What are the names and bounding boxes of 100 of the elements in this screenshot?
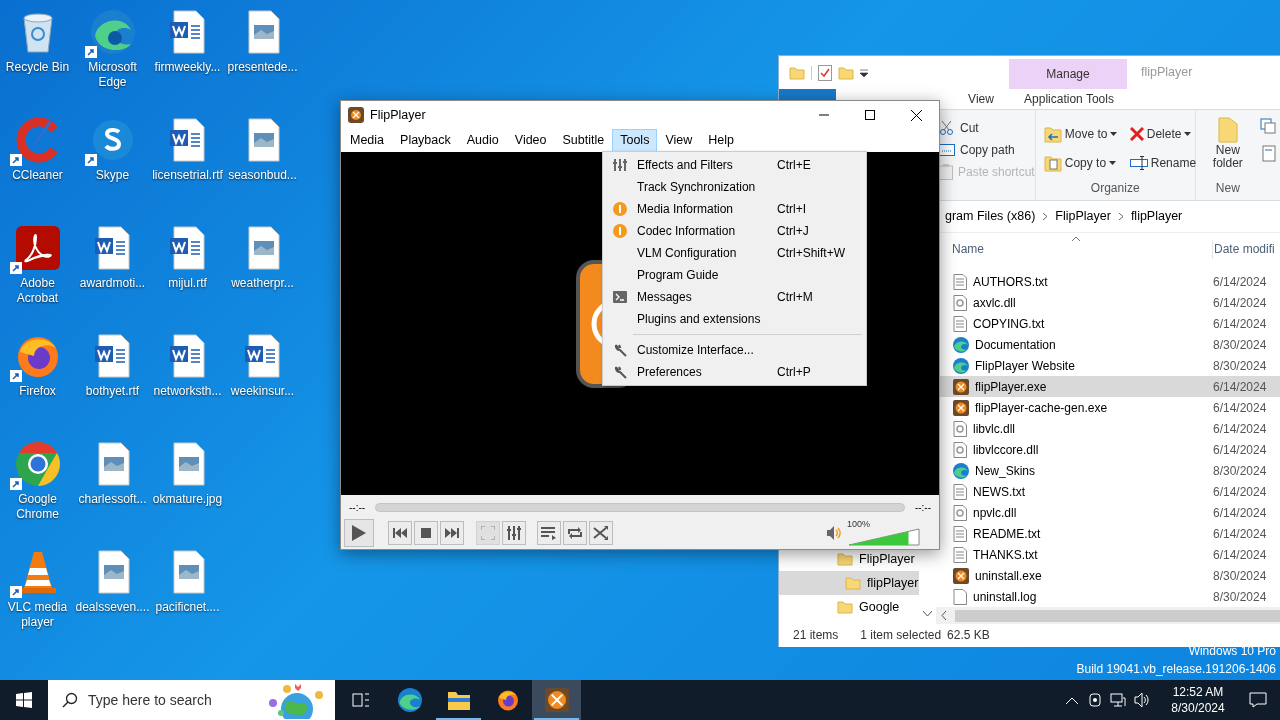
dropdown-menu-item[interactable]: Media Information Ctrl+I [603,198,866,220]
desktop-icon-label[interactable]: VLC media player [0,600,75,630]
scroll-down-icon[interactable] [923,611,932,617]
equalizer-button[interactable] [502,521,526,545]
delete-icon [1129,126,1144,141]
desktop-icon-label[interactable]: Microsoft Edge [75,60,150,90]
menu-item[interactable]: Video [506,129,555,152]
dropdown-menu-item[interactable]: Codec Information Ctrl+J [603,220,866,242]
column-header[interactable]: Date modifi [1212,240,1280,259]
ribbon-button[interactable]: Delete [1129,123,1200,144]
taskbar-app-button[interactable] [532,680,581,720]
desktop-icon-label[interactable]: okmature.jpg [150,492,225,507]
speaker-icon[interactable] [1134,692,1150,708]
desktop-icon-label[interactable]: Recycle Bin [0,60,75,75]
dropdown-menu-item[interactable]: Effects and Filters Ctrl+E [603,154,866,176]
menu-item[interactable]: View [657,129,701,152]
maximize-icon [865,110,875,120]
desktop-icon-label[interactable]: Skype [75,168,150,183]
breadcrumb-item[interactable]: FlipPlayer [1055,207,1111,226]
scroll-left-icon[interactable] [941,611,947,620]
menu-item[interactable]: Playback [392,129,459,152]
properties-icon[interactable] [818,64,832,81]
file-row[interactable]: uninstall.log 8/30/2024 [936,586,1280,607]
search-bar[interactable]: Type here to search [48,680,335,720]
file-row[interactable]: AUTHORS.txt 6/14/2024 [936,271,1280,292]
desktop-icon-label[interactable]: bothyet.rtf [75,384,150,399]
desktop-icon-label[interactable]: seasonbud... [225,168,300,183]
ribbon-button[interactable]: Move to [1043,123,1130,144]
dropdown-menu-item[interactable]: Plugins and extensions [603,308,866,330]
desktop-icon-label[interactable]: charlessoft... [75,492,150,507]
dropdown-menu-item[interactable]: Track Synchronization [603,176,866,198]
playlist-button[interactable] [537,521,561,545]
horizontal-scrollbar-thumb[interactable] [955,609,1280,622]
caret-icon [1110,131,1118,136]
file-row[interactable]: libvlc.dll 6/14/2024 [936,418,1280,439]
breadcrumb-item[interactable]: gram Files (x86) [945,207,1036,226]
stop-button[interactable] [414,521,438,545]
next-button[interactable] [440,521,464,545]
file-row[interactable]: COPYING.txt 6/14/2024 [936,313,1280,334]
desktop-icon-label[interactable]: Firefox [0,384,75,399]
desktop-icon-label[interactable]: licensetrial.rtf [150,168,225,183]
file-row[interactable]: New_Skins 8/30/2024 [936,460,1280,481]
ribbon-tab[interactable]: View [952,89,1010,109]
desktop-icon-label[interactable]: mijul.rtf [150,276,225,291]
dropdown-menu-item[interactable]: Messages Ctrl+M [603,286,866,308]
file-row[interactable]: npvlc.dll 6/14/2024 [936,502,1280,523]
dropdown-menu-item[interactable]: Customize Interface... [603,339,866,361]
file-row[interactable]: README.txt 6/14/2024 [936,523,1280,544]
desktop-icon-label[interactable]: Adobe Acrobat [0,276,75,306]
menu-item[interactable]: Audio [458,129,507,152]
menu-item[interactable]: Help [700,129,742,152]
desktop-icon-label[interactable]: networksth... [150,384,225,399]
device-icon[interactable] [1088,692,1102,708]
ribbon-button[interactable]: Copy path [939,140,1035,159]
desktop-icon-label[interactable]: presentede... [225,60,300,75]
ribbon-button[interactable]: Copy to [1043,152,1130,173]
chevron-up-icon[interactable] [1066,696,1078,704]
file-row[interactable]: libvlccore.dll 6/14/2024 [936,439,1280,460]
desktop-icon-label[interactable]: awardmoti... [75,276,150,291]
file-row[interactable]: THANKS.txt 6/14/2024 [936,544,1280,565]
dropdown-menu-item[interactable]: VLM Configuration Ctrl+Shift+W [603,242,866,264]
ribbon-button[interactable]: Rename [1129,152,1200,173]
nav-tree-item[interactable]: FlipPlayer [779,547,919,571]
file-row[interactable]: axvlc.dll 6/14/2024 [936,292,1280,313]
loop-button[interactable] [563,521,587,545]
notification-icon[interactable] [1249,692,1267,708]
search-field[interactable]: Type here to search [88,689,248,711]
loop-icon [567,526,583,540]
column-header[interactable]: Name [952,240,984,258]
network-icon[interactable] [1110,692,1126,708]
nav-tree-item[interactable]: flipPlayer [779,571,919,595]
breadcrumb-item[interactable]: flipPlayer [1130,207,1183,226]
play-button[interactable] [344,519,374,547]
desktop-icon-label[interactable]: firmweekly... [150,60,225,75]
dropdown-menu-item[interactable]: Program Guide [603,264,866,286]
dropdown-menu-item[interactable]: Preferences Ctrl+P [603,361,866,383]
elapsed-time: --:-- [349,500,366,515]
volume-slider[interactable] [848,528,920,546]
clock[interactable]: 12:52 AM 8/30/2024 [1160,684,1236,716]
desktop-icon-label[interactable]: weekinsur... [225,384,300,399]
app-logo-icon [544,688,569,712]
shuffle-button[interactable] [589,521,613,545]
dropdown-icon[interactable] [860,68,868,77]
file-row[interactable]: NEWS.txt 6/14/2024 [936,481,1280,502]
file-row[interactable]: FlipPlayer Website 8/30/2024 [936,355,1280,376]
previous-button[interactable] [388,521,412,545]
new-folder-button[interactable]: New folder [1205,110,1250,170]
menu-item[interactable]: Media [342,129,393,152]
desktop-icon-label[interactable]: Google Chrome [0,492,75,522]
menu-item[interactable]: Tools [612,129,658,152]
file-row[interactable]: flipPlayer-cache-gen.exe 6/14/2024 [936,397,1280,418]
desktop-icon-label[interactable]: weatherpr... [225,276,300,291]
ribbon-button[interactable]: Cut [939,118,1035,137]
desktop-icon-label[interactable]: CCleaner [0,168,75,183]
nav-tree-item[interactable]: Google [779,595,919,619]
file-row[interactable]: Documentation 8/30/2024 [936,334,1280,355]
ribbon-tab[interactable]: Application Tools [1010,89,1128,109]
file-row[interactable]: uninstall.exe 8/30/2024 [936,565,1280,586]
menu-item[interactable]: Subtitle [554,129,613,152]
folder-icon [838,64,854,81]
